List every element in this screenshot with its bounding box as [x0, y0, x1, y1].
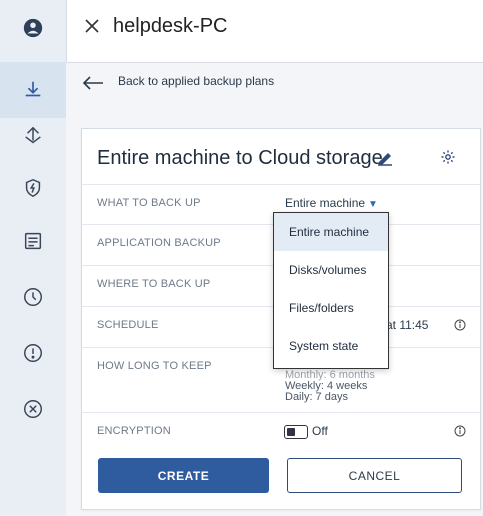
plan-title: Entire machine to Cloud storage — [97, 147, 383, 169]
sidebar — [0, 0, 67, 516]
sidebar-item-reports[interactable] — [0, 213, 66, 269]
dropdown-option-entire-machine[interactable]: Entire machine — [274, 213, 388, 251]
row-label: ENCRYPTION — [97, 425, 171, 437]
toggle-knob — [287, 428, 295, 436]
row-label: SCHEDULE — [97, 319, 159, 331]
create-button[interactable]: CREATE — [98, 458, 269, 493]
back-bar: Back to applied backup plans — [66, 62, 483, 104]
alert-icon — [24, 344, 42, 362]
row-label: APPLICATION BACKUP — [97, 237, 221, 249]
sidebar-item-close[interactable] — [0, 381, 66, 437]
cancel-circle-icon — [24, 400, 42, 418]
account-icon — [23, 18, 43, 38]
clock-icon — [24, 288, 42, 306]
cancel-button[interactable]: CANCEL — [287, 458, 462, 493]
dropdown-option-disks-volumes[interactable]: Disks/volumes — [274, 251, 388, 289]
row-label: WHAT TO BACK UP — [97, 197, 201, 209]
what-to-back-up-select[interactable]: Entire machine ▼ — [285, 196, 378, 210]
anchor-icon — [25, 126, 41, 144]
shield-icon — [25, 178, 41, 198]
chevron-down-icon: ▼ — [368, 199, 378, 210]
page-title: helpdesk-PC — [113, 15, 228, 37]
sidebar-item-activities[interactable] — [0, 269, 66, 325]
backup-icon — [25, 81, 41, 97]
dropdown-option-system-state[interactable]: System state — [274, 327, 388, 365]
row-encryption[interactable]: ENCRYPTION Off — [82, 412, 480, 453]
back-arrow-icon[interactable] — [82, 76, 104, 90]
back-link[interactable]: Back to applied backup plans — [118, 74, 274, 88]
retention-values: Monthly: 6 months Weekly: 4 weeks Daily:… — [285, 370, 375, 403]
row-label: WHERE TO BACK UP — [97, 278, 211, 290]
schedule-value: at 11:45 — [386, 318, 429, 332]
sidebar-item-alerts[interactable] — [0, 325, 66, 381]
account-button[interactable] — [0, 0, 66, 56]
close-icon[interactable] — [84, 18, 100, 34]
retention-daily: Daily: 7 days — [285, 391, 348, 403]
select-value: Entire machine — [285, 196, 366, 210]
info-icon[interactable] — [454, 425, 466, 437]
what-to-back-up-dropdown: Entire machine Disks/volumes Files/folde… — [273, 212, 389, 369]
encryption-toggle[interactable] — [284, 425, 308, 439]
sidebar-item-protection[interactable] — [0, 160, 66, 216]
gear-icon[interactable] — [440, 149, 456, 165]
header: helpdesk-PC — [66, 0, 483, 62]
dropdown-option-files-folders[interactable]: Files/folders — [274, 289, 388, 327]
sidebar-item-recovery[interactable] — [0, 108, 66, 164]
info-icon[interactable] — [454, 319, 466, 331]
report-icon — [24, 232, 42, 250]
edit-pencil-icon[interactable] — [376, 149, 394, 167]
row-label: HOW LONG TO KEEP — [97, 360, 212, 372]
encryption-state: Off — [312, 424, 328, 438]
